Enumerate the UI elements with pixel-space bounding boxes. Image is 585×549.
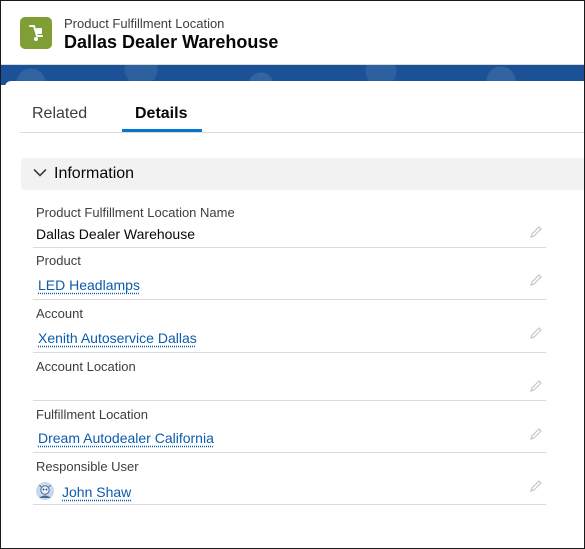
product-fulfillment-location-icon [20, 17, 52, 49]
field-label: Fulfillment Location [36, 407, 148, 422]
field-fulfillment-location: Fulfillment Location Dream Autodealer Ca… [33, 407, 546, 453]
record-object-type: Product Fulfillment Location [64, 16, 225, 31]
pencil-icon[interactable] [529, 379, 543, 393]
field-label: Responsible User [36, 459, 139, 474]
field-product-fulfillment-location-name: Product Fulfillment Location Name Dallas… [33, 205, 546, 248]
field-label: Product [36, 253, 81, 268]
field-responsible-user: Responsible User John Shaw [33, 459, 546, 505]
record-title: Dallas Dealer Warehouse [64, 32, 279, 52]
section-title: Information [54, 165, 135, 182]
chevron-down-icon [33, 169, 47, 177]
pencil-icon[interactable] [529, 427, 543, 441]
field-account: Account Xenith Autoservice Dallas [33, 306, 546, 353]
section-header-information[interactable]: Information [21, 158, 584, 190]
pencil-icon[interactable] [529, 225, 543, 239]
active-tab-indicator [122, 129, 202, 132]
field-value: Dallas Dealer Warehouse [36, 226, 195, 242]
field-account-location: Account Location [33, 359, 546, 401]
tab-details[interactable]: Details [135, 105, 187, 123]
record-page: Product Fulfillment Location Dallas Deal… [0, 0, 585, 549]
user-avatar-icon [36, 482, 54, 500]
field-label: Product Fulfillment Location Name [36, 205, 235, 220]
tab-bar: Related Details [20, 81, 584, 133]
pencil-icon[interactable] [529, 273, 543, 287]
account-link[interactable]: Xenith Autoservice Dallas [38, 330, 197, 346]
product-link[interactable]: LED Headlamps [38, 277, 140, 293]
pencil-icon[interactable] [529, 479, 543, 493]
field-product: Product LED Headlamps [33, 253, 546, 300]
responsible-user-link[interactable]: John Shaw [62, 484, 131, 500]
pencil-icon[interactable] [529, 326, 543, 340]
record-header: Product Fulfillment Location Dallas Deal… [1, 1, 584, 65]
tab-related[interactable]: Related [32, 105, 87, 123]
details-card: Related Details Information Product Fulf… [5, 81, 584, 548]
field-label: Account Location [36, 359, 136, 374]
field-label: Account [36, 306, 83, 321]
fulfillment-location-link[interactable]: Dream Autodealer California [38, 430, 214, 446]
